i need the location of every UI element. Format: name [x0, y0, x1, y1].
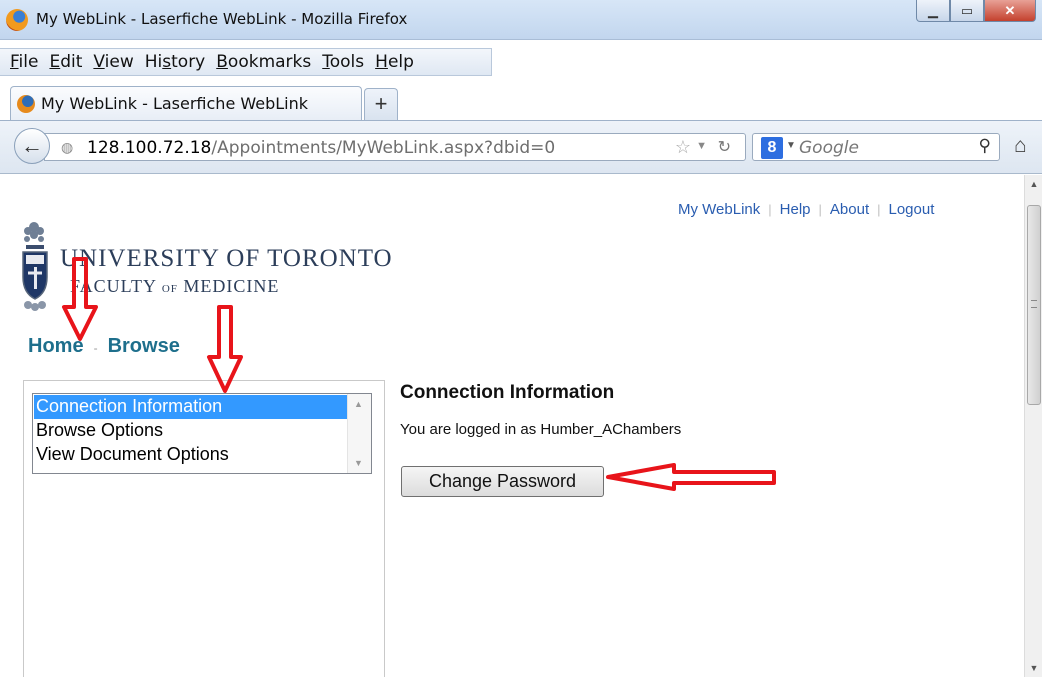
menu-history[interactable]: History: [145, 52, 206, 72]
annotation-arrow-change-password-icon: [606, 463, 776, 491]
options-panel: Connection Information Browse Options Vi…: [23, 380, 385, 677]
link-my-weblink[interactable]: My WebLink: [678, 201, 760, 218]
menu-bookmarks[interactable]: Bookmarks: [216, 52, 311, 72]
home-icon[interactable]: ⌂: [1014, 134, 1027, 158]
top-links: My WebLink | Help | About | Logout: [678, 201, 934, 218]
menu-edit[interactable]: Edit: [49, 52, 82, 72]
annotation-arrow-home-icon: [62, 257, 98, 341]
section-title: Connection Information: [400, 382, 615, 403]
scroll-thumb[interactable]: [1027, 205, 1041, 405]
search-icon[interactable]: ⚲: [979, 136, 991, 156]
logged-in-text: You are logged in as Humber_AChambers: [400, 421, 682, 438]
option-connection-information[interactable]: Connection Information: [34, 395, 347, 419]
menu-bar: File Edit View History Bookmarks Tools H…: [0, 48, 492, 76]
page-scrollbar[interactable]: ▲ ▼: [1024, 175, 1042, 677]
option-view-document-options[interactable]: View Document Options: [34, 443, 347, 467]
site-identity-icon[interactable]: ◍: [61, 139, 73, 156]
breadcrumb: Home - Browse: [28, 335, 180, 358]
breadcrumb-browse[interactable]: Browse: [108, 335, 180, 358]
google-icon[interactable]: 8: [761, 137, 783, 159]
annotation-arrow-browse-icon: [207, 305, 243, 393]
scroll-down-icon[interactable]: ▼: [354, 458, 363, 468]
change-password-button[interactable]: Change Password: [401, 466, 604, 497]
link-logout[interactable]: Logout: [889, 201, 935, 218]
link-about[interactable]: About: [830, 201, 869, 218]
link-separator: |: [877, 202, 881, 217]
menu-tools[interactable]: Tools: [322, 52, 364, 72]
tab-title: My WebLink - Laserfiche WebLink: [41, 94, 309, 113]
menu-help[interactable]: Help: [375, 52, 414, 72]
navigation-toolbar: ◍ 128.100.72.18/Appointments/MyWebLink.a…: [0, 120, 1042, 174]
listbox-scrollbar[interactable]: ▲ ▼: [347, 394, 371, 473]
faculty-name: FACULTY OF MEDICINE: [70, 276, 280, 296]
scroll-up-icon[interactable]: ▲: [1025, 175, 1042, 193]
window-controls: ▁ ▭ ✕: [916, 0, 1036, 22]
url-bar[interactable]: ◍ 128.100.72.18/Appointments/MyWebLink.a…: [44, 133, 746, 161]
maximize-icon[interactable]: ▭: [950, 0, 984, 22]
breadcrumb-separator: -: [93, 341, 98, 355]
laserfiche-favicon-icon: [17, 94, 35, 113]
back-arrow-icon: ←: [21, 133, 43, 158]
minimize-icon[interactable]: ▁: [916, 0, 950, 22]
link-help[interactable]: Help: [780, 201, 811, 218]
university-name: UNIVERSITY OF TORONTO: [60, 245, 393, 272]
scroll-up-icon[interactable]: ▲: [354, 399, 363, 409]
search-engine-dropdown-icon[interactable]: ▼: [786, 140, 796, 151]
new-tab-button[interactable]: +: [364, 88, 398, 120]
university-crest-icon: [22, 222, 48, 311]
menu-view[interactable]: View: [93, 52, 133, 72]
firefox-logo-icon: [6, 9, 28, 31]
url-history-dropdown-icon[interactable]: ▼: [696, 140, 707, 152]
bookmark-star-icon[interactable]: ☆: [675, 137, 691, 158]
scroll-down-icon[interactable]: ▼: [1025, 659, 1042, 677]
window-title: My WebLink - Laserfiche WebLink - Mozill…: [36, 10, 408, 28]
link-separator: |: [818, 202, 822, 217]
reload-icon[interactable]: ↻: [718, 137, 731, 157]
tab-strip: My WebLink - Laserfiche WebLink +: [0, 86, 1042, 120]
options-listbox[interactable]: Connection Information Browse Options Vi…: [32, 393, 372, 474]
window-title-bar: My WebLink - Laserfiche WebLink - Mozill…: [0, 0, 1042, 40]
close-icon[interactable]: ✕: [984, 0, 1036, 22]
url-text[interactable]: 128.100.72.18/Appointments/MyWebLink.asp…: [87, 138, 555, 158]
search-bar[interactable]: 8 ▼ Google ⚲: [752, 133, 1000, 161]
tab-my-weblink[interactable]: My WebLink - Laserfiche WebLink: [10, 86, 362, 120]
menu-file[interactable]: File: [10, 52, 38, 72]
page-content: My WebLink | Help | About | Logout UNIVE…: [0, 175, 1024, 677]
back-button[interactable]: ←: [14, 128, 50, 164]
search-input[interactable]: Google: [799, 138, 859, 158]
link-separator: |: [768, 202, 772, 217]
option-browse-options[interactable]: Browse Options: [34, 419, 347, 443]
